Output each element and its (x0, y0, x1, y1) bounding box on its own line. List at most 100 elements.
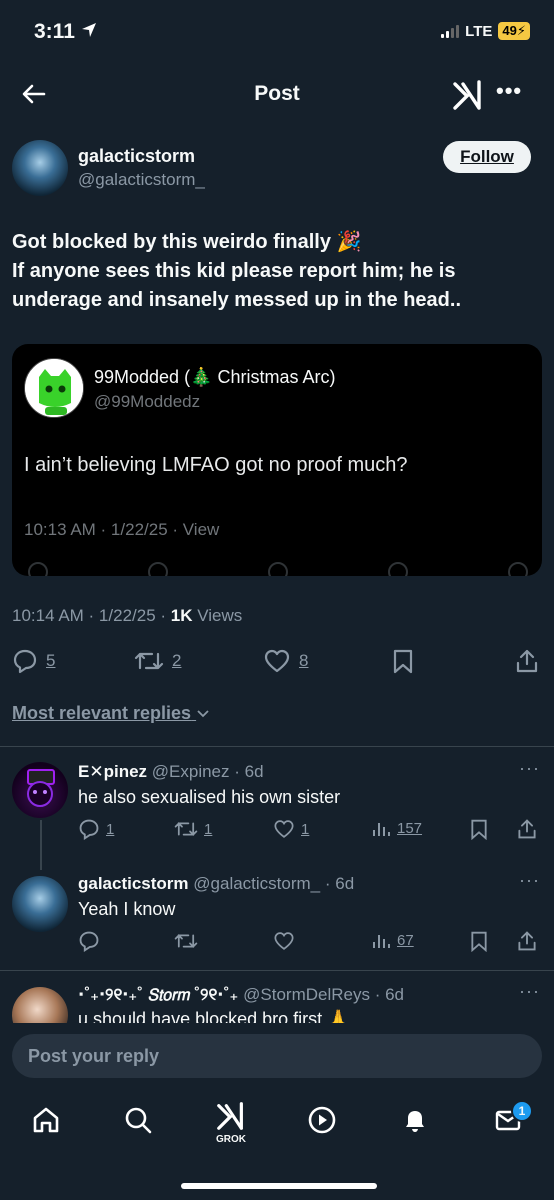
search-icon (125, 1107, 152, 1134)
heart-icon (274, 932, 294, 950)
author-avatar[interactable] (12, 140, 68, 196)
repost-icon (174, 822, 198, 836)
reply-author-handle[interactable]: @Expinez · 6d (152, 762, 264, 781)
repost-button[interactable]: 2 (134, 648, 181, 674)
reply-icon (13, 649, 37, 674)
reply-more-button[interactable]: ··· (519, 758, 540, 779)
reply-repost-button[interactable] (174, 930, 198, 952)
reply-input[interactable]: Post your reply (12, 1034, 542, 1078)
bookmark-icon (393, 649, 413, 674)
quoted-post-text: I ain’t believing LMFAO got no proof muc… (24, 454, 408, 476)
reply-share-button[interactable] (516, 930, 538, 952)
quoted-author-handle: @99Moddedz (94, 392, 201, 411)
repost-icon (174, 934, 198, 948)
replies-sort-dropdown[interactable]: Most relevant replies (12, 703, 210, 724)
reply-more-button[interactable]: ··· (519, 870, 540, 891)
share-icon (518, 931, 536, 951)
status-time: 3:11 (34, 20, 97, 44)
reply-views-button[interactable]: 157 (371, 818, 422, 838)
reply-text: u should have blocked bro first 🙏 (78, 1009, 350, 1023)
views-icon (373, 935, 390, 948)
network-label: LTE (465, 22, 493, 40)
reply-text: he also sexualised his own sister (78, 787, 341, 807)
messages-badge: 1 (511, 1100, 533, 1122)
quoted-post[interactable]: 99Modded (🎄 Christmas Arc) @99Moddedz I … (12, 344, 542, 576)
home-icon (33, 1107, 59, 1133)
bell-icon (406, 1111, 424, 1132)
nav-grok-label: GROK (216, 1134, 246, 1145)
share-icon (508, 562, 528, 576)
reply-button[interactable]: 5 (12, 648, 55, 674)
share-icon (518, 819, 536, 839)
quoted-author-name: 99Modded (🎄 Christmas Arc) (94, 367, 336, 387)
reply-author-name[interactable]: E✕pinez (78, 762, 147, 781)
reply-share-button[interactable] (516, 818, 538, 840)
reply-views-button[interactable]: 67 (371, 930, 414, 950)
reply-reply-button[interactable]: 1 (78, 818, 114, 840)
reply-reply-button[interactable] (78, 930, 100, 952)
repost-icon (134, 652, 164, 670)
reply-like-button[interactable] (273, 930, 295, 952)
quoted-actions-faded (28, 562, 528, 576)
chevron-down-icon (197, 710, 209, 718)
reply-avatar[interactable] (12, 876, 68, 932)
reply-text: Yeah I know (78, 899, 176, 919)
nav-video[interactable] (302, 1100, 342, 1140)
reply-like-button[interactable]: 1 (273, 818, 309, 840)
reply-icon (28, 562, 48, 576)
post-text-line-2: If anyone sees this kid please report hi… (12, 260, 462, 311)
reply-icon (79, 931, 99, 952)
reply-avatar[interactable] (12, 987, 68, 1023)
reply-bookmark-button[interactable] (469, 930, 489, 952)
quoted-author-avatar (24, 358, 84, 418)
quoted-post-meta: 10:13 AM · 1/22/25 · View (24, 520, 220, 539)
status-indicators: LTE 49⚡ (441, 22, 530, 40)
signal-icon (441, 24, 460, 38)
bookmark-icon (471, 931, 487, 952)
nav-home[interactable] (26, 1100, 66, 1140)
post-timestamp: 10:14 AM · 1/22/25 · 1K Views (12, 606, 243, 625)
reply-header: ⋅˚₊‧୨୧‧₊˚ 𝘚𝘵𝘰𝘳𝘮 ˚୨୧⋅˚₊ @StormDelReys · 6… (78, 985, 404, 1005)
bookmark-icon (471, 819, 487, 840)
more-options-button[interactable]: ••• (496, 78, 522, 104)
bookmark-button[interactable] (391, 648, 415, 674)
reply-header: E✕pinez @Expinez · 6d (78, 762, 264, 782)
views-icon (373, 823, 390, 836)
author-handle[interactable]: @galacticstorm_ (78, 170, 205, 190)
battery-icon: 49⚡ (498, 22, 530, 40)
reply-bookmark-button[interactable] (469, 818, 489, 840)
post-text-line-1: Got blocked by this weirdo finally 🎉 (12, 231, 362, 253)
post-text: Got blocked by this weirdo finally 🎉 If … (12, 228, 542, 315)
reply-avatar[interactable] (12, 762, 68, 818)
share-button[interactable] (514, 648, 540, 674)
reply-icon (79, 819, 99, 840)
heart-icon (264, 649, 290, 673)
reply-header: galacticstorm @galacticstorm_ · 6d (78, 874, 354, 894)
views-count: 1K (170, 606, 193, 625)
home-indicator[interactable] (181, 1183, 377, 1189)
share-icon (516, 649, 538, 673)
like-button[interactable]: 8 (263, 648, 308, 674)
author-name[interactable]: galacticstorm (78, 146, 195, 167)
grok-icon (453, 80, 481, 110)
reply-author-name[interactable]: ⋅˚₊‧୨୧‧₊˚ 𝘚𝘵𝘰𝘳𝘮 ˚୨୧⋅˚₊ (78, 985, 238, 1004)
heart-icon (274, 820, 294, 838)
reply-more-button[interactable]: ··· (519, 981, 540, 1002)
nav-notifications[interactable] (395, 1100, 435, 1140)
views-icon (388, 562, 408, 576)
reply-author-name[interactable]: galacticstorm (78, 874, 189, 893)
repost-icon (148, 562, 168, 576)
thread-line (40, 820, 42, 870)
like-icon (268, 562, 288, 576)
reply-author-handle[interactable]: @StormDelReys · 6d (243, 985, 404, 1004)
reply-author-handle[interactable]: @galacticstorm_ · 6d (193, 874, 354, 893)
grok-button[interactable] (451, 78, 485, 117)
reply-clip: ⋅˚₊‧୨୧‧₊˚ 𝘚𝘵𝘰𝘳𝘮 ˚୨୧⋅˚₊ @StormDelReys · 6… (0, 971, 554, 1023)
follow-button[interactable]: Follow (443, 141, 531, 173)
grok-icon (217, 1102, 243, 1130)
reply-repost-button[interactable]: 1 (174, 818, 212, 840)
nav-search[interactable] (118, 1100, 158, 1140)
nav-grok[interactable] (211, 1096, 251, 1136)
location-arrow-icon (81, 20, 97, 44)
play-icon (308, 1106, 336, 1134)
